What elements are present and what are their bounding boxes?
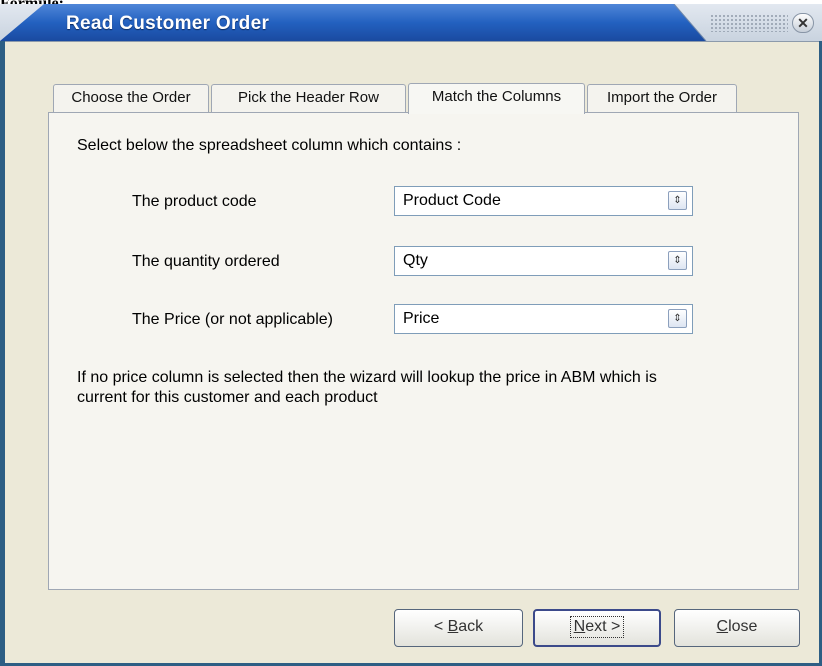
close-icon[interactable]: ✕ bbox=[792, 13, 814, 33]
instruction-text: Select below the spreadsheet column whic… bbox=[77, 137, 462, 154]
product-code-select[interactable]: Product Code ⇕ bbox=[394, 186, 693, 216]
tab-panel-match-columns: Select below the spreadsheet column whic… bbox=[48, 112, 799, 590]
window-title: Read Customer Order bbox=[66, 13, 270, 34]
back-button-label: < Back bbox=[433, 618, 484, 635]
product-code-select-value: Product Code bbox=[403, 192, 501, 209]
window-frame-left bbox=[0, 41, 5, 666]
up-down-arrows-icon[interactable]: ⇕ bbox=[668, 251, 687, 270]
price-note-line2: current for this customer and each produ… bbox=[77, 389, 378, 406]
price-note-line1: If no price column is selected then the … bbox=[77, 369, 657, 386]
tab-import-the-order[interactable]: Import the Order bbox=[587, 84, 737, 112]
titlebar-grip-icon bbox=[710, 14, 788, 32]
quantity-select[interactable]: Qty ⇕ bbox=[394, 246, 693, 276]
tab-choose-the-order[interactable]: Choose the Order bbox=[53, 84, 209, 112]
next-button-label: Next > bbox=[569, 616, 625, 638]
tab-match-the-columns[interactable]: Match the Columns bbox=[408, 83, 585, 114]
quantity-label: The quantity ordered bbox=[132, 253, 280, 270]
price-select[interactable]: Price ⇕ bbox=[394, 304, 693, 334]
up-down-arrows-icon[interactable]: ⇕ bbox=[668, 309, 687, 328]
quantity-select-value: Qty bbox=[403, 252, 428, 269]
next-button[interactable]: Next > bbox=[533, 609, 661, 647]
tab-pick-the-header-row[interactable]: Pick the Header Row bbox=[211, 84, 406, 112]
close-button[interactable]: Close bbox=[674, 609, 800, 647]
title-bar[interactable]: Read Customer Order ✕ bbox=[0, 4, 822, 42]
product-code-label: The product code bbox=[132, 193, 257, 210]
up-down-arrows-icon[interactable]: ⇕ bbox=[668, 191, 687, 210]
back-button[interactable]: < Back bbox=[394, 609, 523, 647]
dialog-window: Read Customer Order ✕ Choose the Order P… bbox=[0, 4, 822, 666]
price-label: The Price (or not applicable) bbox=[132, 311, 333, 328]
price-select-value: Price bbox=[403, 310, 440, 327]
close-button-label: Close bbox=[716, 618, 758, 635]
